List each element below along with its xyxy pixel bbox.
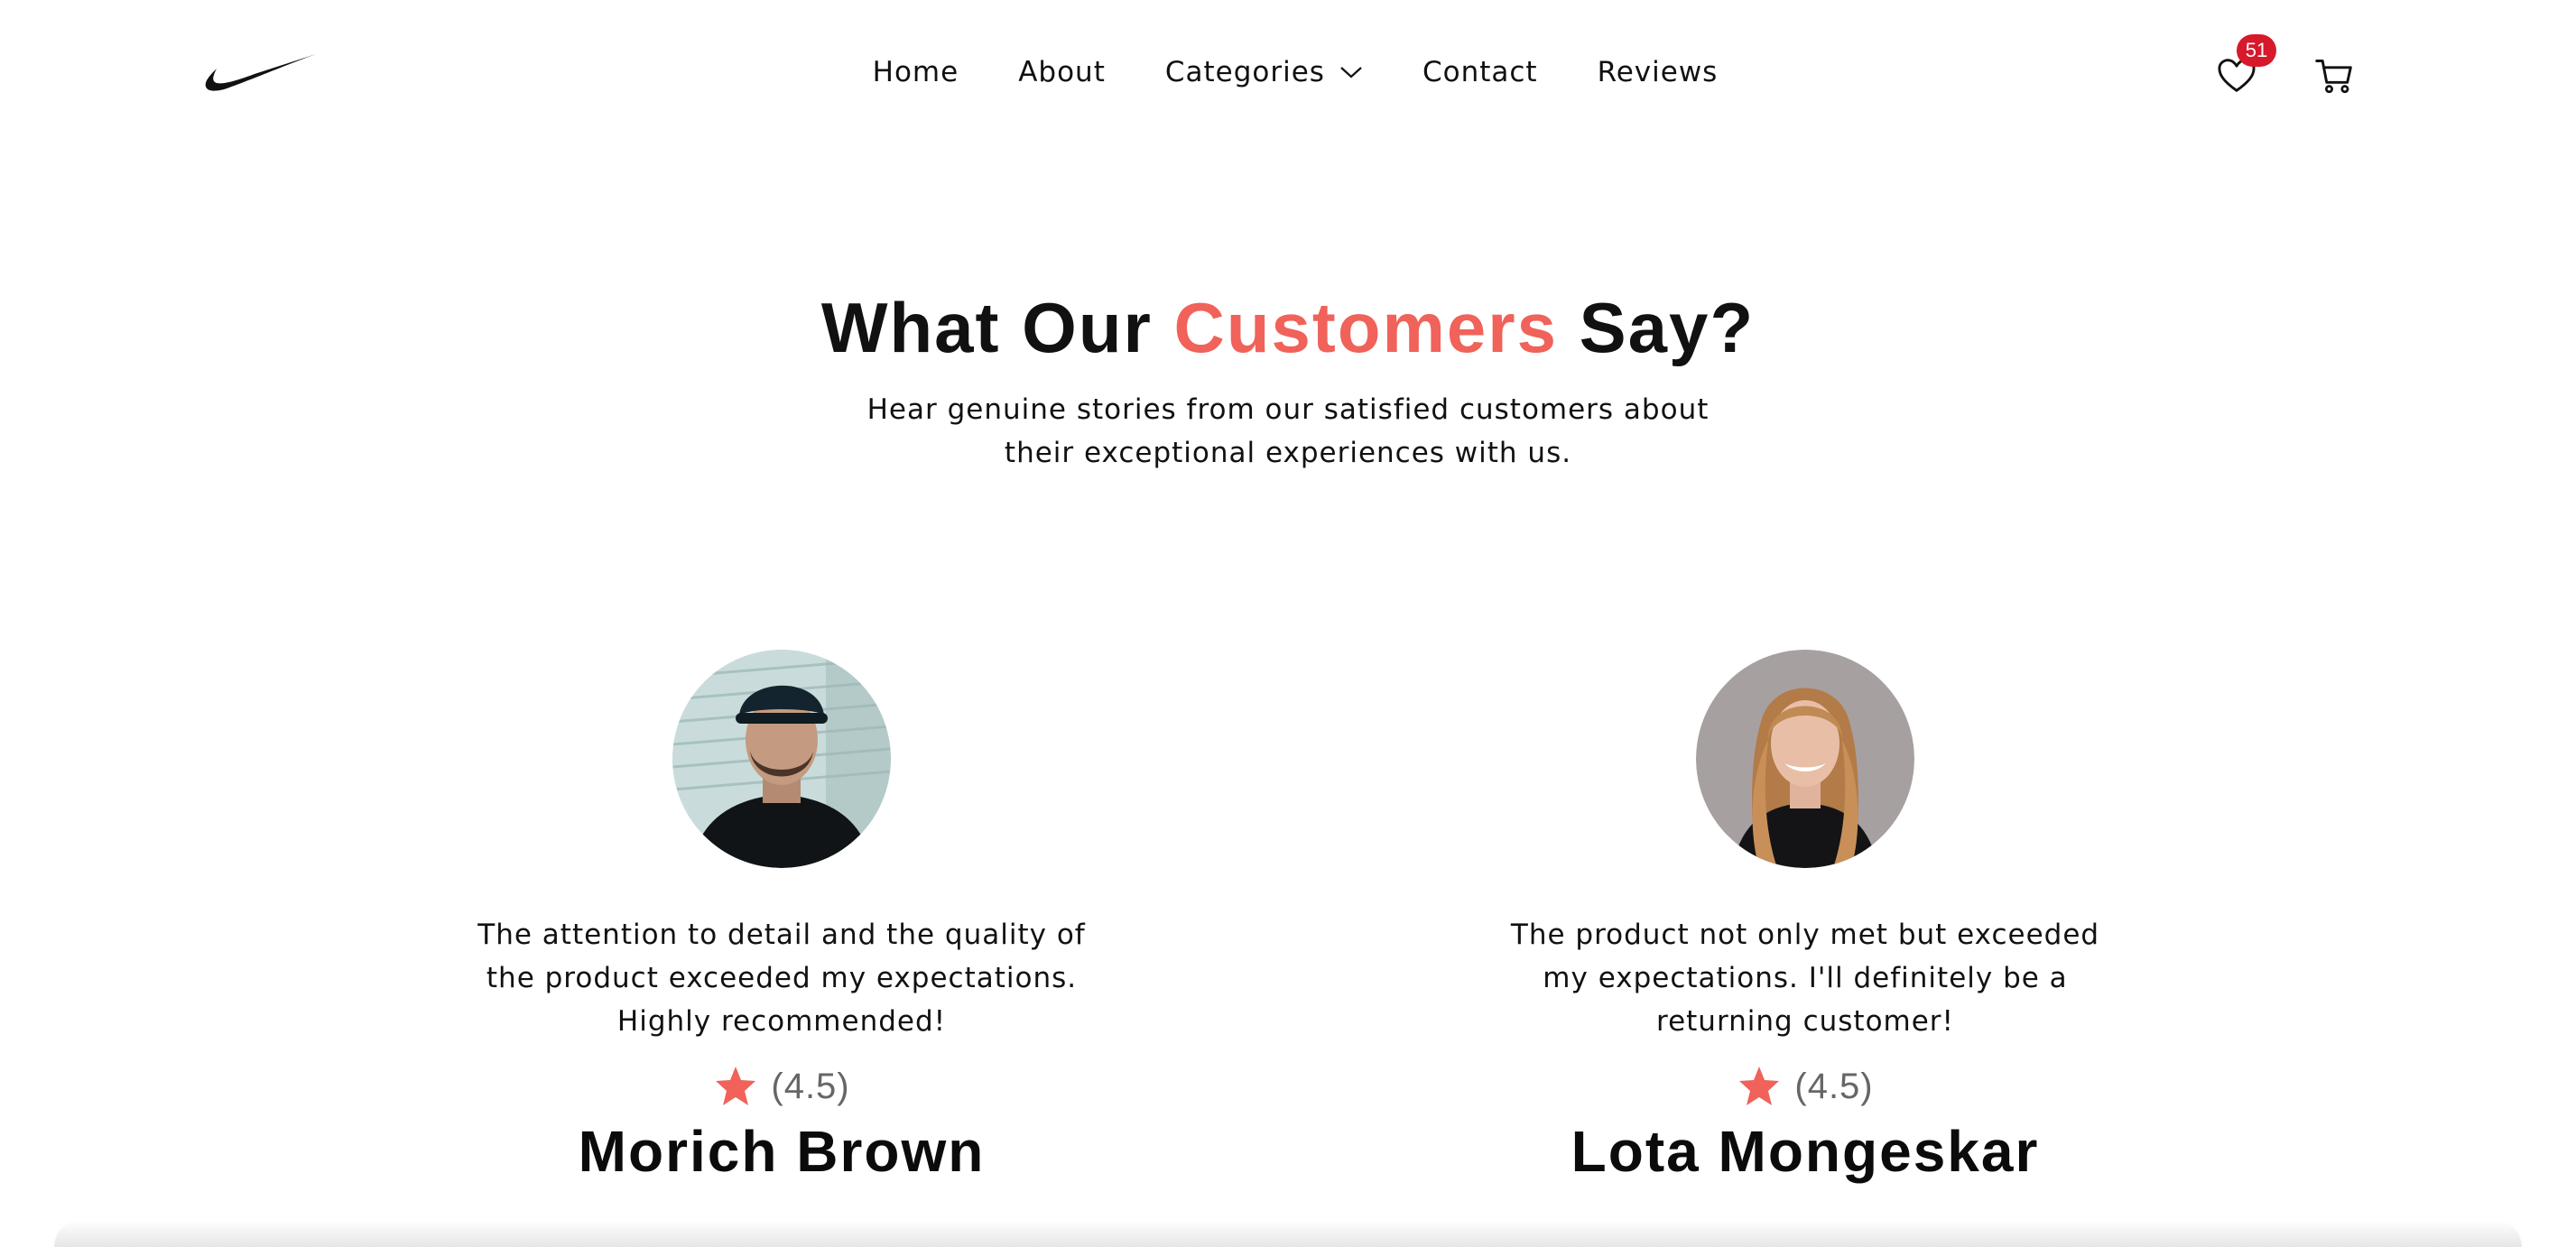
nav-categories-dropdown[interactable]: Categories <box>1165 52 1363 92</box>
testimonial-quote: The attention to detail and the quality … <box>477 919 1086 1038</box>
testimonial-quote: The product not only met but exceeded my… <box>1510 919 2100 1038</box>
testimonial-card: The attention to detail and the quality … <box>439 650 1125 1186</box>
nav-about-link[interactable]: About <box>1018 52 1106 92</box>
nav-categories-label: Categories <box>1164 56 1325 88</box>
cart-button[interactable] <box>2309 51 2359 101</box>
wishlist-button[interactable]: 51 <box>2211 34 2276 101</box>
nav-contact-link[interactable]: Contact <box>1422 52 1538 92</box>
star-icon <box>1739 1067 1780 1105</box>
rating-value: (4.5) <box>771 1066 850 1106</box>
testimonial-card: The product not only met but exceeded my… <box>1462 650 2148 1186</box>
star-icon <box>716 1067 756 1105</box>
rating-value: (4.5) <box>1794 1066 1874 1106</box>
cart-icon <box>2315 60 2352 94</box>
avatar <box>672 650 891 868</box>
section-title: What Our Customers Say? <box>0 287 2576 368</box>
rating: (4.5) <box>439 1065 1125 1108</box>
main-nav: Home About Categories Contact Reviews <box>0 52 2576 92</box>
chevron-down-icon <box>1340 67 1362 79</box>
nav-actions: 51 <box>2211 34 2359 101</box>
next-section-edge <box>54 1220 2522 1247</box>
wishlist-count-badge: 51 <box>2237 34 2276 67</box>
section-title-part1: What Our <box>820 288 1174 367</box>
customer-name: Morich Brown <box>578 1119 986 1184</box>
section-subtitle-wrap: Hear genuine stories from our satisfied … <box>0 388 2576 475</box>
rating: (4.5) <box>1462 1065 2148 1108</box>
nav-home-link[interactable]: Home <box>873 52 959 92</box>
section-title-accent: Customers <box>1173 288 1558 367</box>
avatar <box>1696 650 1914 868</box>
nav-reviews-link[interactable]: Reviews <box>1598 52 1719 92</box>
section-title-part2: Say? <box>1557 288 1756 367</box>
customer-name: Lota Mongeskar <box>1571 1119 2040 1184</box>
navbar: Home About Categories Contact Reviews 51 <box>0 0 2576 144</box>
section-subtitle: Hear genuine stories from our satisfied … <box>866 393 1710 469</box>
